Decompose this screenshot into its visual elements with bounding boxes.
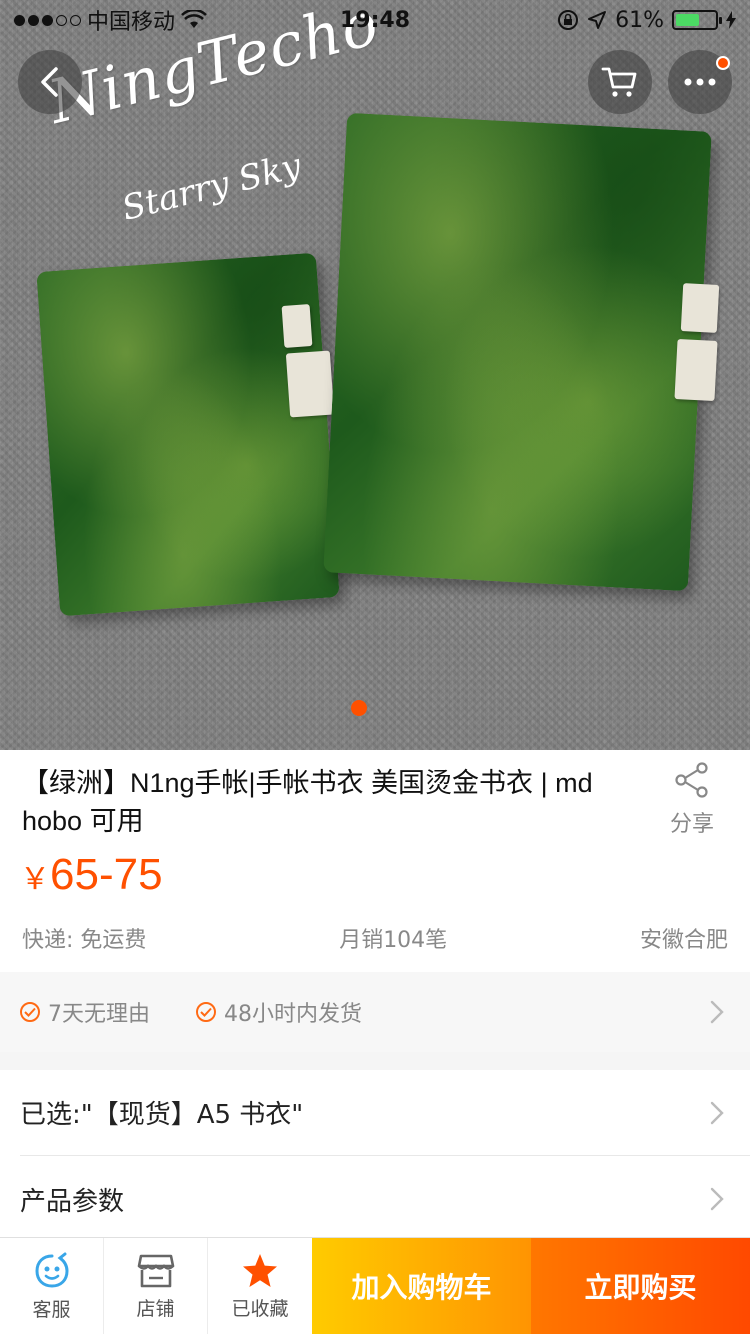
favorite-tab[interactable]: 已收藏 <box>208 1238 312 1334</box>
carrier-name: 中国移动 <box>87 10 176 35</box>
pen-loop <box>680 283 720 333</box>
bottom-action-bar: 客服 店铺 已收藏 加入购物车 立即购买 <box>0 1237 750 1334</box>
charging-bolt-icon <box>726 11 736 29</box>
shop-tab[interactable]: 店铺 <box>104 1238 208 1334</box>
chevron-left-icon <box>41 67 58 97</box>
product-meta-row: 快递: 免运费 月销104笔 安徽合肥 <box>22 922 728 954</box>
ship-from-location: 安徽合肥 <box>639 928 728 953</box>
product-params-label: 产品参数 <box>20 1186 125 1217</box>
options-list: 已选:"【现货】A5 书衣" 产品参数 <box>0 1070 750 1242</box>
more-dots-icon <box>684 78 716 86</box>
share-button[interactable]: 分享 <box>660 762 724 838</box>
signal-strength-icon <box>14 14 81 26</box>
more-menu-button[interactable] <box>668 50 732 114</box>
check-circle-icon <box>196 1002 216 1022</box>
status-bar: 中国移动 19:48 61% <box>0 0 750 40</box>
product-photo-large-cover <box>323 112 712 592</box>
guarantee-label: 7天无理由 <box>48 1002 150 1027</box>
cart-icon <box>601 67 637 97</box>
selected-sku-row[interactable]: 已选:"【现货】A5 书衣" <box>20 1070 750 1156</box>
share-icon <box>675 762 708 798</box>
pen-loop <box>285 350 335 418</box>
wifi-icon <box>181 10 207 28</box>
chevron-right-icon <box>710 1000 724 1024</box>
shipping-info: 快递: 免运费 <box>22 928 147 953</box>
customer-service-tab[interactable]: 客服 <box>0 1238 104 1334</box>
buy-now-button[interactable]: 立即购买 <box>531 1238 750 1334</box>
guarantee-label: 48小时内发货 <box>224 1002 362 1027</box>
product-params-row[interactable]: 产品参数 <box>20 1156 750 1242</box>
selected-sku-label: 已选:"【现货】A5 书衣" <box>20 1100 304 1130</box>
carousel-indicator-dot[interactable] <box>351 700 367 716</box>
price-currency: ￥ <box>20 863 50 896</box>
guarantee-item: 7天无理由 <box>20 996 150 1028</box>
product-detail-page: NingTecho Starry Sky 中国移动 19:48 61% 【绿洲】… <box>0 0 750 1334</box>
chevron-right-icon <box>710 1187 724 1211</box>
shop-icon <box>137 1254 174 1287</box>
price-range: 65-75 <box>50 850 163 899</box>
battery-icon <box>672 10 722 30</box>
orientation-lock-icon <box>558 10 579 30</box>
product-title: 【绿洲】N1ng手帐|手帐书衣 美国烫金书衣 | md hobo 可用 <box>22 768 593 836</box>
guarantee-item: 48小时内发货 <box>196 996 362 1028</box>
share-label: 分享 <box>669 812 714 837</box>
notification-dot <box>716 56 730 70</box>
battery-percent: 61% <box>615 7 664 33</box>
favorite-label: 已收藏 <box>231 1297 289 1320</box>
monthly-sales: 月销104笔 <box>339 928 448 953</box>
star-filled-icon <box>243 1253 277 1287</box>
pen-loop <box>281 304 313 348</box>
customer-service-label: 客服 <box>32 1298 71 1321</box>
check-circle-icon <box>20 1002 40 1022</box>
service-guarantees-row[interactable]: 7天无理由 48小时内发货 <box>0 972 750 1052</box>
location-arrow-icon <box>588 11 607 29</box>
product-image-carousel[interactable]: NingTecho Starry Sky <box>0 0 750 750</box>
product-info-card: 【绿洲】N1ng手帐|手帐书衣 美国烫金书衣 | md hobo 可用 分享 ￥… <box>0 750 750 972</box>
customer-service-icon <box>34 1252 69 1288</box>
shop-label: 店铺 <box>136 1297 175 1320</box>
chevron-right-icon <box>710 1101 724 1124</box>
price: ￥65-75 <box>20 850 163 900</box>
pen-loop <box>674 338 718 402</box>
add-to-cart-button[interactable]: 加入购物车 <box>312 1238 531 1334</box>
back-button[interactable] <box>18 50 82 114</box>
shopping-cart-button[interactable] <box>588 50 652 114</box>
